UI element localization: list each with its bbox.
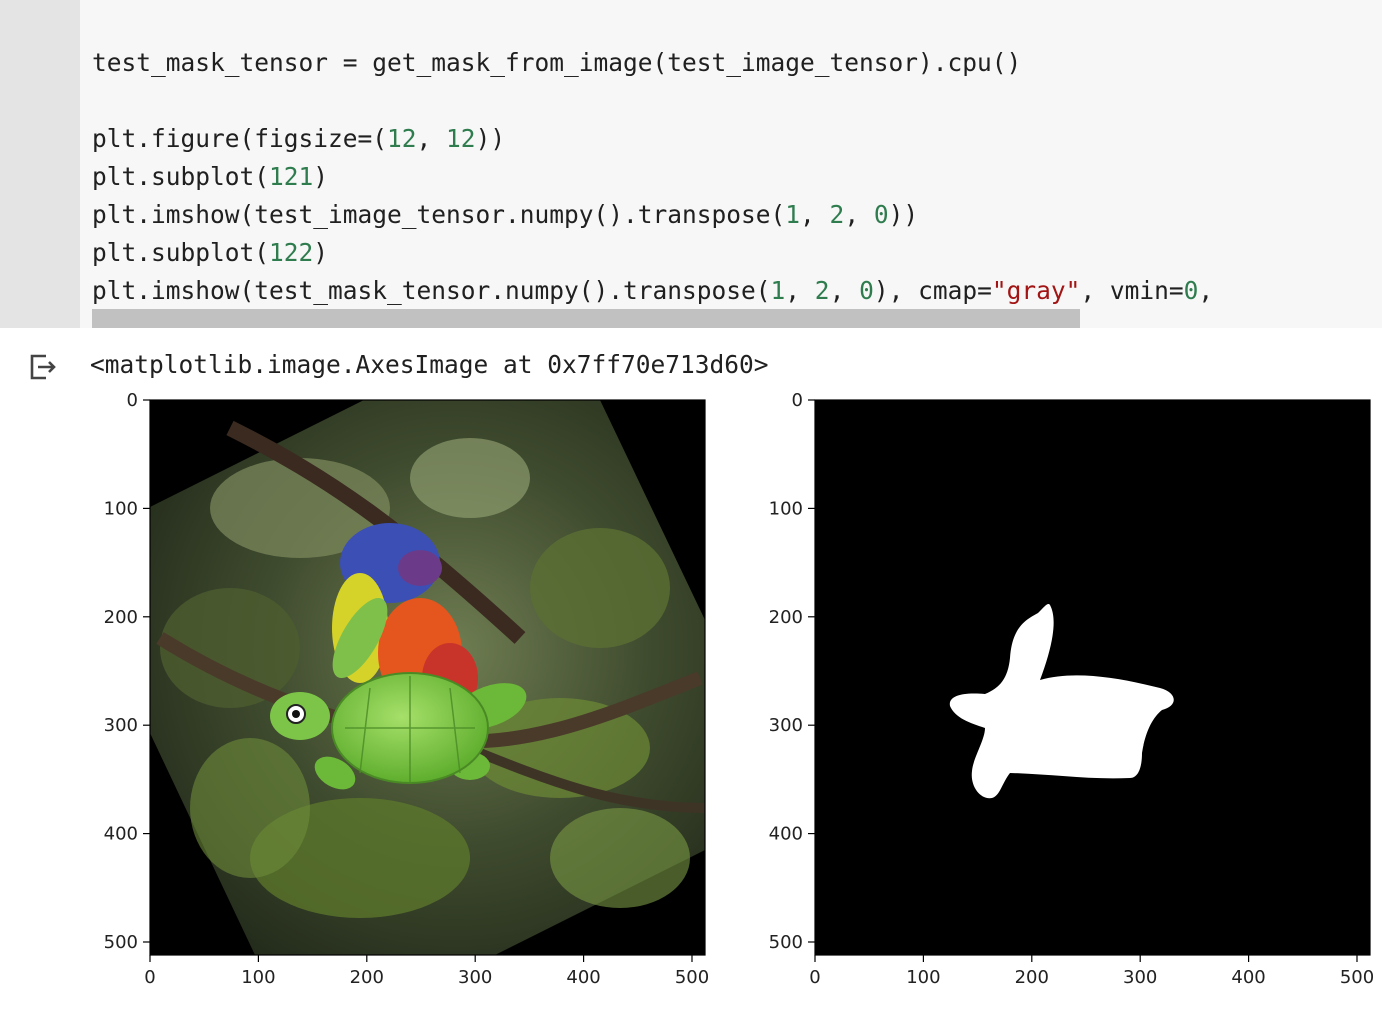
code-token: 122 bbox=[269, 238, 314, 267]
code-line-4: plt.imshow(test_image_tensor.numpy().tra… bbox=[92, 196, 918, 234]
code-token: ), cmap= bbox=[873, 276, 992, 305]
right-xtick-label: 0 bbox=[809, 967, 820, 988]
code-token: 0 bbox=[859, 276, 874, 305]
photo-image bbox=[150, 400, 705, 955]
code-line-5: plt.subplot(122) bbox=[92, 234, 328, 272]
code-token: , bbox=[829, 276, 860, 305]
right-xtick-label: 200 bbox=[1015, 967, 1049, 988]
left-ytick-label: 200 bbox=[104, 607, 138, 628]
output-text: <matplotlib.image.AxesImage at 0x7ff70e7… bbox=[90, 350, 769, 379]
right-ytick-label: 100 bbox=[769, 498, 803, 519]
left-ytick-label: 400 bbox=[104, 824, 138, 845]
right-ytick-label: 300 bbox=[769, 715, 803, 736]
left-ytick-label: 0 bbox=[127, 390, 138, 411]
code-token: , vmin= bbox=[1080, 276, 1184, 305]
code-cell-gutter[interactable] bbox=[0, 0, 80, 328]
left-xtick-label: 100 bbox=[241, 967, 275, 988]
code-token: , bbox=[800, 200, 830, 229]
left-ytick-label: 100 bbox=[104, 498, 138, 519]
code-token: ) bbox=[313, 238, 329, 267]
right-ytick-label: 400 bbox=[769, 824, 803, 845]
code-token: 0 bbox=[1183, 276, 1199, 305]
code-token: plt.imshow(test_image_tensor.numpy().tra… bbox=[92, 200, 786, 229]
right-xtick-label: 100 bbox=[906, 967, 940, 988]
code-editor[interactable]: test_mask_tensor = get_mask_from_image(t… bbox=[80, 0, 1382, 328]
right-ytick-label: 0 bbox=[792, 390, 803, 411]
right-ytick-label: 500 bbox=[769, 932, 803, 953]
code-line-3: plt.subplot(121) bbox=[92, 158, 328, 196]
output-redirect-icon[interactable] bbox=[28, 352, 58, 382]
figure-plots: 0 0 100 100 200 200 300 300 400 400 500 500 0 0 100 100… bbox=[104, 390, 1375, 988]
code-token: )) bbox=[888, 200, 919, 229]
right-subplot bbox=[815, 400, 1370, 955]
code-token: "gray" bbox=[991, 276, 1081, 305]
code-line-2: plt.figure(figsize=(12, 12)) bbox=[92, 120, 505, 158]
right-xtick-label: 300 bbox=[1123, 967, 1157, 988]
code-token: plt.figure(figsize=( bbox=[92, 124, 388, 153]
code-token: ) bbox=[313, 162, 329, 191]
left-xtick-label: 300 bbox=[458, 967, 492, 988]
right-xtick-label: 400 bbox=[1231, 967, 1265, 988]
code-token: test_mask_tensor = get_mask_from_image(t… bbox=[92, 48, 1022, 77]
left-xtick-label: 0 bbox=[144, 967, 155, 988]
left-xtick-label: 200 bbox=[350, 967, 384, 988]
code-token: , bbox=[844, 200, 874, 229]
code-token: 2 bbox=[829, 200, 845, 229]
code-token: , bbox=[1198, 276, 1214, 305]
left-subplot bbox=[150, 400, 705, 955]
code-token: 1 bbox=[785, 200, 801, 229]
code-token: 1 bbox=[770, 276, 786, 305]
code-token: , bbox=[416, 124, 447, 153]
left-xtick-label: 500 bbox=[675, 967, 709, 988]
left-ytick-label: 300 bbox=[104, 715, 138, 736]
code-token: 121 bbox=[269, 162, 314, 191]
code-token: 12 bbox=[446, 124, 476, 153]
code-token: )) bbox=[475, 124, 506, 153]
code-token: plt.subplot( bbox=[92, 238, 270, 267]
right-ytick-label: 200 bbox=[769, 607, 803, 628]
code-token: plt.subplot( bbox=[92, 162, 270, 191]
left-xtick-label: 400 bbox=[566, 967, 600, 988]
code-line-1: test_mask_tensor = get_mask_from_image(t… bbox=[92, 44, 1021, 82]
code-token: , bbox=[785, 276, 815, 305]
right-xtick-label: 500 bbox=[1340, 967, 1374, 988]
code-token: plt.imshow(test_mask_tensor.numpy().tran… bbox=[92, 276, 771, 305]
code-token: 2 bbox=[814, 276, 830, 305]
code-token: 12 bbox=[387, 124, 417, 153]
left-ytick-label: 500 bbox=[104, 932, 138, 953]
horizontal-scrollbar[interactable] bbox=[92, 309, 1080, 328]
code-line-6: plt.imshow(test_mask_tensor.numpy().tran… bbox=[92, 272, 1213, 310]
code-token: 0 bbox=[873, 200, 889, 229]
